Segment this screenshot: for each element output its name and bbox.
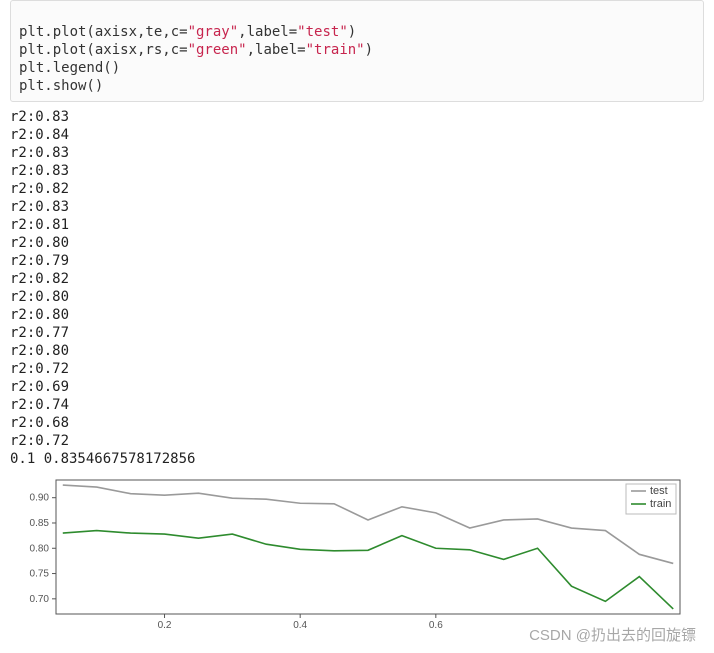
svg-text:0.4: 0.4 — [293, 620, 307, 631]
svg-text:0.75: 0.75 — [30, 569, 50, 580]
svg-text:0.90: 0.90 — [30, 493, 50, 504]
svg-text:0.2: 0.2 — [158, 620, 172, 631]
code-line-2: plt.plot(axisx,rs,c="green",label="train… — [19, 42, 373, 58]
svg-text:0.85: 0.85 — [30, 518, 50, 529]
svg-text:train: train — [650, 498, 671, 510]
code-cell: plt.plot(axisx,te,c="gray",label="test")… — [10, 0, 704, 102]
svg-text:0.6: 0.6 — [429, 620, 443, 631]
output-text: r2:0.83 r2:0.84 r2:0.83 r2:0.83 r2:0.82 … — [10, 108, 704, 468]
svg-text:0.70: 0.70 — [30, 594, 50, 605]
chart-output: 0.70 0.75 0.80 0.85 0.90 0.2 0.4 0.6 testtrain — [18, 474, 704, 634]
code-line-1: plt.plot(axisx,te,c="gray",label="test") — [19, 24, 356, 40]
svg-text:0.80: 0.80 — [30, 543, 50, 554]
code-line-3: plt.legend() — [19, 60, 120, 76]
line-chart: 0.70 0.75 0.80 0.85 0.90 0.2 0.4 0.6 testtrain — [18, 474, 688, 634]
svg-text:test: test — [650, 485, 668, 497]
code-line-4: plt.show() — [19, 78, 103, 94]
